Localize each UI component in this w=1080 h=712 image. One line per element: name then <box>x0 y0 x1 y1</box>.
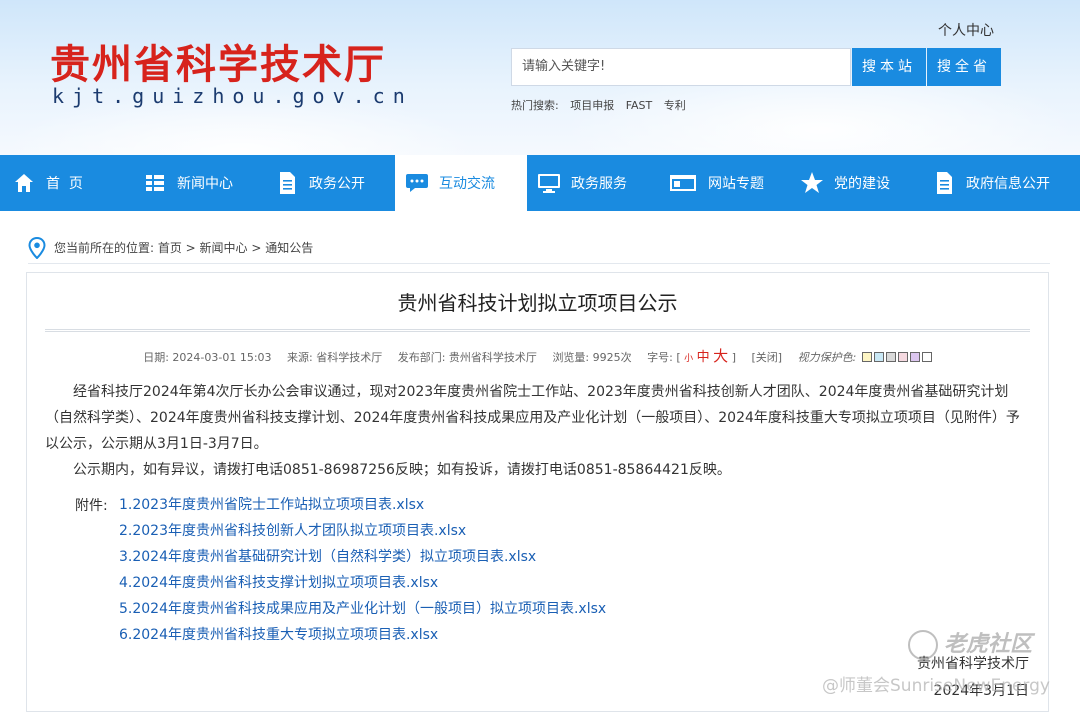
nav-item-gov-services[interactable]: 政务服务 <box>537 155 657 211</box>
chat-bubble-icon <box>405 171 429 195</box>
watermark-logo-icon <box>908 630 938 660</box>
breadcrumb-text[interactable]: 您当前所在的位置: 首页 > 新闻中心 > 通知公告 <box>54 239 313 256</box>
nav-item-label: 新闻中心 <box>177 176 233 192</box>
meta-department: 发布部门: 贵州省科学技术厅 <box>397 351 537 364</box>
attachment-link[interactable]: 2.2023年度贵州省科技创新人才团队拟立项项目表.xlsx <box>119 521 606 547</box>
nav-item-party-building[interactable]: 党的建设 <box>800 155 920 211</box>
location-pin-icon <box>28 236 46 259</box>
site-logo-title[interactable]: 贵州省科学技术厅 <box>50 32 386 90</box>
font-size-medium-button[interactable]: 中 <box>697 350 710 365</box>
eye-protect-swatch[interactable] <box>921 352 932 362</box>
eye-protect-swatch[interactable] <box>897 352 908 362</box>
nav-item-gov-affairs[interactable]: 政务公开 <box>275 155 395 211</box>
watermark-brand: 老虎社区 <box>908 626 1032 660</box>
attachment-link[interactable]: 6.2024年度贵州省科技重大专项拟立项项目表.xlsx <box>119 625 606 651</box>
nav-item-label: 网站专题 <box>708 176 764 192</box>
nav-item-interaction[interactable]: 互动交流 <box>395 155 527 211</box>
attachment-link[interactable]: 3.2024年度贵州省基础研究计划（自然科学类）拟立项项目表.xlsx <box>119 547 606 573</box>
list-icon <box>143 171 167 195</box>
document-icon <box>275 171 299 195</box>
meta-date: 日期: 2024-03-01 15:03 <box>143 351 272 364</box>
hot-search-label: 热门搜索: <box>511 99 559 112</box>
attachment-label: 附件: <box>75 498 108 514</box>
nav-item-special-topics[interactable]: 网站专题 <box>668 155 788 211</box>
nav-item-news[interactable]: 新闻中心 <box>143 155 263 211</box>
nav-item-label: 政务公开 <box>309 176 365 192</box>
document-icon <box>932 171 956 195</box>
eye-protect-swatch[interactable] <box>861 352 872 362</box>
nav-item-home[interactable]: 首 页 <box>12 155 122 211</box>
hot-search: 热门搜索: 项目申报 FAST 专利 <box>511 97 694 113</box>
window-icon <box>668 171 698 195</box>
main-nav: 首 页 新闻中心 政务公开 互动交流 政务服务 网站专题 党的建设 政府信息公开 <box>0 155 1080 211</box>
article-paragraph: 公示期内，如有异议，请拨打电话0851-86987256反映；如有投诉，请拨打电… <box>73 462 731 478</box>
meta-source: 来源: 省科学技术厅 <box>287 351 383 364</box>
breadcrumb: 您当前所在的位置: 首页 > 新闻中心 > 通知公告 <box>28 232 1050 264</box>
meta-views: 浏览量: 9925次 <box>552 351 632 364</box>
site-logo-url: kjt.guizhou.gov.cn <box>52 84 413 108</box>
nav-item-label: 政府信息公开 <box>966 176 1050 192</box>
attachment-link[interactable]: 4.2024年度贵州省科技支撑计划拟立项项目表.xlsx <box>119 573 606 599</box>
home-icon <box>12 171 36 195</box>
nav-item-label: 党的建设 <box>834 176 890 192</box>
eye-protect-swatch[interactable] <box>909 352 920 362</box>
eye-protect-label: 视力保护色: <box>797 351 857 364</box>
font-size-large-button[interactable]: 大 <box>713 347 728 365</box>
hot-search-term[interactable]: 项目申报 <box>570 99 614 112</box>
search-site-button[interactable]: 搜本站 <box>852 48 926 86</box>
eye-protect-swatch[interactable] <box>873 352 884 362</box>
article-meta: 日期: 2024-03-01 15:03 来源: 省科学技术厅 发布部门: 贵州… <box>27 345 1048 366</box>
search-province-button[interactable]: 搜全省 <box>927 48 1001 86</box>
nav-item-label: 互动交流 <box>439 176 495 192</box>
close-page-link[interactable]: [关闭] <box>751 351 782 364</box>
watermark-author: @师董会SunriseNewEnergy <box>822 676 1050 696</box>
search-input[interactable]: 请输入关键字! <box>511 48 851 86</box>
watermark-brand-text: 老虎社区 <box>944 632 1033 657</box>
hot-search-term[interactable]: 专利 <box>664 99 686 112</box>
title-divider <box>45 329 1030 332</box>
attachment-list: 1.2023年度贵州省院士工作站拟立项项目表.xlsx 2.2023年度贵州省科… <box>119 495 606 651</box>
hot-search-term[interactable]: FAST <box>626 99 653 112</box>
nav-item-gov-info-disclosure[interactable]: 政府信息公开 <box>932 155 1072 211</box>
personal-center-link[interactable]: 个人中心 <box>938 20 994 40</box>
font-size-label: 字号: [ <box>647 351 681 364</box>
article-paragraph: 经省科技厅2024年第4次厅长办公会审议通过，现对2023年度贵州省院士工作站、… <box>45 384 1020 452</box>
attachment-link[interactable]: 5.2024年度贵州省科技成果应用及产业化计划（一般项目）拟立项项目表.xlsx <box>119 599 606 625</box>
article-title: 贵州省科技计划拟立项项目公示 <box>397 291 678 315</box>
monitor-icon <box>537 171 561 195</box>
eye-protect-swatches <box>860 351 932 364</box>
nav-item-label: 政务服务 <box>571 176 627 192</box>
nav-item-label: 首 页 <box>46 176 83 192</box>
font-size-close-bracket: ] <box>731 351 736 364</box>
article-body: 经省科技厅2024年第4次厅长办公会审议通过，现对2023年度贵州省院士工作站、… <box>45 379 1031 483</box>
attachment-link[interactable]: 1.2023年度贵州省院士工作站拟立项项目表.xlsx <box>119 495 606 521</box>
star-icon <box>800 171 824 195</box>
article-panel: 贵州省科技计划拟立项项目公示 日期: 2024-03-01 15:03 来源: … <box>26 272 1049 712</box>
eye-protect-swatch[interactable] <box>885 352 896 362</box>
site-header: 贵州省科学技术厅 kjt.guizhou.gov.cn 个人中心 请输入关键字!… <box>0 0 1080 155</box>
font-size-small-button[interactable]: 小 <box>684 354 693 364</box>
